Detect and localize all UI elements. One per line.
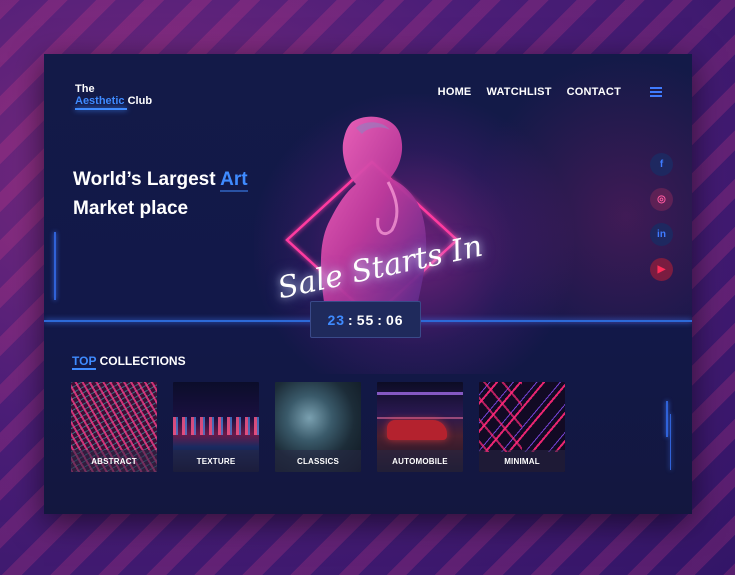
countdown-seconds: 06 bbox=[385, 311, 404, 328]
hamburger-menu-icon[interactable] bbox=[650, 87, 662, 97]
collections-title-rest: COLLECTIONS bbox=[99, 354, 186, 368]
collections-title-accent: TOP bbox=[72, 354, 97, 370]
logo-line2: Aesthetic Club bbox=[75, 95, 152, 107]
facebook-icon[interactable]: f bbox=[650, 153, 673, 176]
headline-line2: Market place bbox=[73, 198, 189, 219]
collections-title: TOP COLLECTIONS bbox=[72, 354, 186, 370]
countdown-minutes: 55 bbox=[356, 311, 375, 328]
collection-card-abstract[interactable]: ABSTRACT bbox=[71, 382, 157, 472]
countdown-sep: : bbox=[377, 311, 383, 328]
collection-card-texture[interactable]: TEXTURE bbox=[173, 382, 259, 472]
collection-card-minimal[interactable]: MINIMAL bbox=[479, 382, 565, 472]
right-accent-line bbox=[666, 401, 668, 437]
right-accent-line-2 bbox=[670, 414, 671, 470]
hero-headline: World’s Largest Art Market place bbox=[73, 165, 248, 223]
page-frame: The Aesthetic Club HOME WATCHLIST CONTAC… bbox=[44, 54, 692, 514]
nav-home[interactable]: HOME bbox=[438, 86, 472, 98]
nav-contact[interactable]: CONTACT bbox=[567, 86, 621, 98]
collections-list: ABSTRACT TEXTURE CLASSICS AUTOMOBILE MIN… bbox=[71, 382, 565, 472]
social-links: f ◎ in ▶ bbox=[650, 153, 673, 281]
countdown-timer: 23 : 55 : 06 bbox=[310, 301, 421, 338]
collection-card-classics[interactable]: CLASSICS bbox=[275, 382, 361, 472]
linkedin-icon[interactable]: in bbox=[650, 223, 673, 246]
collection-card-automobile[interactable]: AUTOMOBILE bbox=[377, 382, 463, 472]
instagram-icon[interactable]: ◎ bbox=[650, 188, 673, 211]
headline-accent: Art bbox=[220, 169, 248, 192]
logo-accent: Aesthetic bbox=[75, 95, 125, 107]
site-logo[interactable]: The Aesthetic Club bbox=[75, 83, 152, 110]
countdown-sep: : bbox=[348, 311, 354, 328]
collection-card-label: ABSTRACT bbox=[71, 450, 157, 472]
nav-watchlist[interactable]: WATCHLIST bbox=[486, 86, 551, 98]
collection-card-label: AUTOMOBILE bbox=[377, 450, 463, 472]
collection-card-label: TEXTURE bbox=[173, 450, 259, 472]
countdown-hours: 23 bbox=[327, 311, 346, 328]
headline-prefix: World’s Largest bbox=[73, 169, 216, 190]
collection-card-label: MINIMAL bbox=[479, 450, 565, 472]
main-nav: HOME WATCHLIST CONTACT bbox=[438, 86, 662, 98]
logo-line1: The bbox=[75, 83, 95, 95]
collection-card-label: CLASSICS bbox=[275, 450, 361, 472]
left-accent-line bbox=[54, 232, 56, 300]
logo-word: Club bbox=[127, 95, 153, 107]
logo-underline bbox=[75, 108, 127, 110]
youtube-icon[interactable]: ▶ bbox=[650, 258, 673, 281]
